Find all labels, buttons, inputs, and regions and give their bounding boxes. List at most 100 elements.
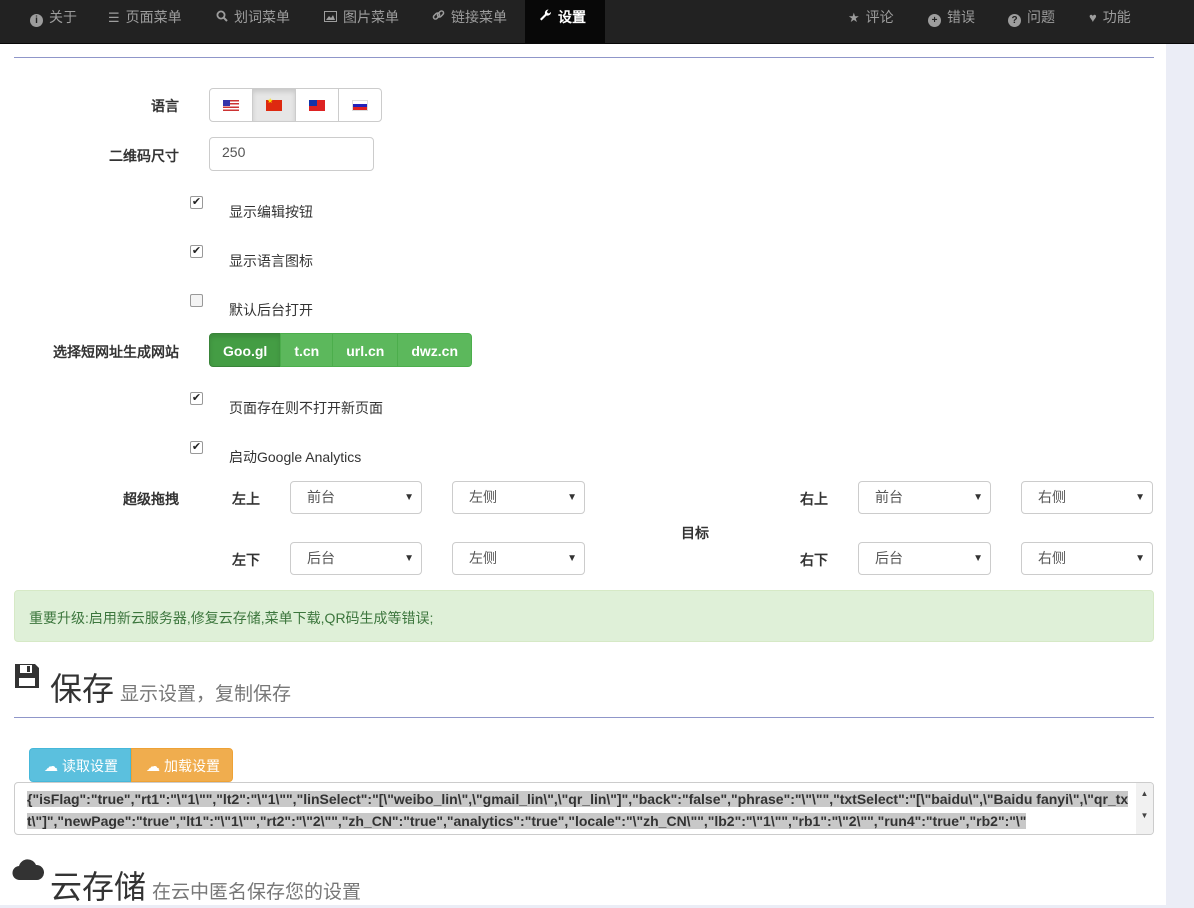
load-settings-label: 加载设置 <box>164 758 220 774</box>
qr-size-input[interactable]: 250 <box>209 137 374 171</box>
settings-json-textarea[interactable]: {"isFlag":"true","rt1":"\"1\"","lt2":"\"… <box>14 782 1154 835</box>
bottom-right-label: 右下 <box>800 552 828 568</box>
page-exists-label: 页面存在则不打开新页面 <box>229 400 383 416</box>
language-button-group <box>209 88 382 122</box>
nav-feature-label: 功能 <box>1102 9 1131 25</box>
nav-link-menu-label: 链接菜单 <box>451 9 507 25</box>
language-russian-button[interactable] <box>338 88 382 122</box>
nav-page-menu-label: 页面菜单 <box>125 9 182 25</box>
chevron-down-icon: ▼ <box>404 553 414 564</box>
short-url-label: 选择短网址生成网站 <box>53 344 179 360</box>
divider-save <box>14 717 1154 718</box>
chevron-down-icon: ▼ <box>404 492 414 503</box>
short-url-dwzcn-button[interactable]: dwz.cn <box>397 333 473 367</box>
nav-bug[interactable]: + 错误 <box>914 0 989 44</box>
top-left-open-value: 前台 <box>307 489 335 505</box>
language-english-button[interactable] <box>209 88 253 122</box>
bottom-left-open-select[interactable]: 后台 ▼ <box>290 542 422 575</box>
nav-image-menu[interactable]: 图片菜单 <box>310 0 413 44</box>
load-settings-button[interactable]: ☁ 加载设置 <box>131 748 233 782</box>
top-left-side-value: 左侧 <box>469 489 497 505</box>
textarea-scrollbar[interactable]: ▲ ▼ <box>1136 783 1153 834</box>
page-scrollbar-track[interactable] <box>1166 44 1194 905</box>
top-right-label: 右上 <box>800 491 828 507</box>
show-language-icon-checkbox[interactable]: ✔ <box>190 245 203 258</box>
short-url-googl-button[interactable]: Goo.gl <box>209 333 282 367</box>
nav-selection-menu[interactable]: 划词菜单 <box>202 0 304 44</box>
nav-settings-label: 设置 <box>558 9 586 25</box>
bottom-right-open-select[interactable]: 后台 ▼ <box>858 542 991 575</box>
bottom-right-side-select[interactable]: 右侧 ▼ <box>1021 542 1153 575</box>
top-navbar: i 关于 ☰ 页面菜单 划词菜单 图片菜单 链接菜单 设置 ★ 评论 + 错误 ? 问题 … <box>0 0 1194 44</box>
short-url-tcn-button[interactable]: t.cn <box>280 333 334 367</box>
nav-feature[interactable]: ♥ 功能 <box>1075 0 1145 44</box>
nav-question[interactable]: ? 问题 <box>994 0 1069 44</box>
link-icon <box>432 1 445 35</box>
short-url-button-group: Goo.gl t.cn url.cn dwz.cn <box>209 333 473 367</box>
cloud-heading: 云存储 在云中匿名保存您的设置 <box>50 862 361 908</box>
top-right-side-select[interactable]: 右侧 ▼ <box>1021 481 1153 514</box>
cloud-title: 云存储 <box>50 869 147 905</box>
tw-flag-icon <box>309 99 325 111</box>
google-analytics-checkbox[interactable]: ✔ <box>190 441 203 454</box>
cloud-subtitle: 在云中匿名保存您的设置 <box>152 882 362 903</box>
nav-image-menu-label: 图片菜单 <box>343 9 399 25</box>
top-right-open-value: 前台 <box>875 489 903 505</box>
nav-about[interactable]: i 关于 <box>16 0 91 44</box>
divider-top <box>14 57 1154 58</box>
nav-question-label: 问题 <box>1027 9 1055 25</box>
star-icon: ★ <box>848 10 860 25</box>
nav-link-menu[interactable]: 链接菜单 <box>418 0 521 44</box>
short-url-urlcn-button[interactable]: url.cn <box>332 333 399 367</box>
cloud-upload-icon: ☁ <box>146 758 160 774</box>
default-background-open-checkbox[interactable] <box>190 294 203 307</box>
search-icon <box>216 1 228 35</box>
save-title: 保存 <box>50 671 115 707</box>
default-background-open-label: 默认后台打开 <box>229 302 313 318</box>
read-settings-button[interactable]: ☁ 读取设置 <box>29 748 131 782</box>
show-edit-button-label: 显示编辑按钮 <box>229 204 313 220</box>
save-heading: 保存 显示设置，复制保存 <box>50 664 291 710</box>
cloud-icon <box>12 858 45 885</box>
language-simplified-chinese-button[interactable] <box>252 88 296 122</box>
chevron-down-icon: ▼ <box>973 553 983 564</box>
cn-flag-icon <box>266 97 282 111</box>
chevron-down-icon: ▼ <box>973 492 983 503</box>
top-left-side-select[interactable]: 左侧 ▼ <box>452 481 585 514</box>
chevron-down-icon: ▼ <box>567 492 577 503</box>
nav-about-label: 关于 <box>49 9 77 25</box>
read-settings-label: 读取设置 <box>62 758 118 774</box>
chevron-down-icon: ▼ <box>567 553 577 564</box>
heart-icon: ♥ <box>1089 10 1097 25</box>
chevron-down-icon: ▼ <box>1135 492 1145 503</box>
ru-flag-icon <box>352 99 368 111</box>
info-circle-icon: i <box>30 14 43 27</box>
top-left-open-select[interactable]: 前台 ▼ <box>290 481 422 514</box>
nav-bug-label: 错误 <box>947 9 975 25</box>
cloud-download-icon: ☁ <box>44 758 58 774</box>
list-icon: ☰ <box>108 10 120 25</box>
top-left-label: 左上 <box>232 491 260 507</box>
show-edit-button-checkbox[interactable]: ✔ <box>190 196 203 209</box>
language-traditional-chinese-button[interactable] <box>295 88 339 122</box>
language-label: 语言 <box>151 98 179 114</box>
settings-json-text: {"isFlag":"true","rt1":"\"1\"","lt2":"\"… <box>27 791 1129 829</box>
super-drag-label: 超级拖拽 <box>123 491 179 507</box>
question-circle-icon: ? <box>1008 14 1021 27</box>
bottom-left-side-select[interactable]: 左侧 ▼ <box>452 542 585 575</box>
top-right-side-value: 右侧 <box>1038 489 1066 505</box>
wrench-icon <box>539 1 552 35</box>
nav-page-menu[interactable]: ☰ 页面菜单 <box>94 0 196 44</box>
top-right-open-select[interactable]: 前台 ▼ <box>858 481 991 514</box>
nav-review-label: 评论 <box>865 9 894 25</box>
picture-icon <box>324 1 337 35</box>
bottom-left-side-value: 左侧 <box>469 550 497 566</box>
chevron-down-icon: ▼ <box>1135 553 1145 564</box>
us-flag-icon <box>223 99 239 111</box>
bottom-right-side-value: 右侧 <box>1038 550 1066 566</box>
nav-review[interactable]: ★ 评论 <box>834 0 908 44</box>
nav-settings[interactable]: 设置 <box>525 0 605 44</box>
page-exists-checkbox[interactable]: ✔ <box>190 392 203 405</box>
bottom-left-open-value: 后台 <box>307 550 335 566</box>
show-language-icon-label: 显示语言图标 <box>229 253 313 269</box>
